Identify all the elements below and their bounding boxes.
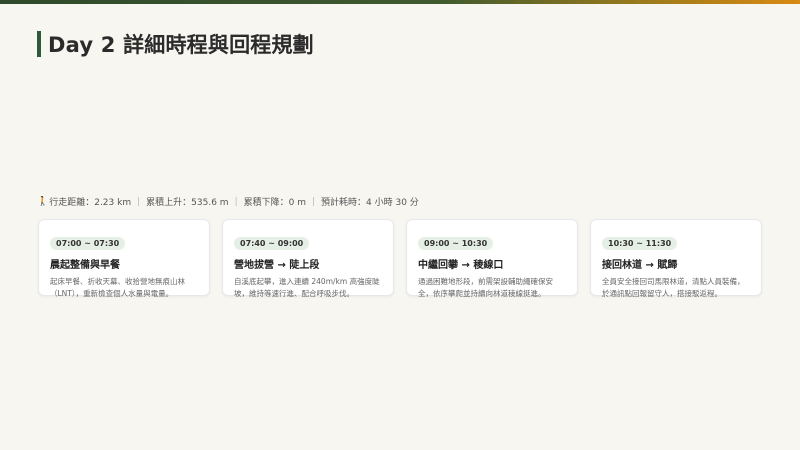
walking-person-icon: 🚶 bbox=[37, 196, 49, 207]
card-title: 中繼回攀 → 稜線口 bbox=[418, 260, 504, 271]
top-accent-bar bbox=[0, 0, 800, 4]
page-header: Day 2 詳細時程與回程規劃 bbox=[37, 31, 314, 57]
page-title: Day 2 詳細時程與回程規劃 bbox=[48, 33, 314, 57]
schedule-card: 07:40 ~ 09:00 營地拔營 → 陡上段 自溪底起攀，進入連續 240m… bbox=[222, 219, 394, 298]
schedule-cards: 07:00 ~ 07:30 晨起整備與早餐 起床早餐、折收天幕、收拾營地無痕山林… bbox=[38, 219, 762, 298]
schedule-card: 09:00 ~ 10:30 中繼回攀 → 稜線口 通過困難地形段，前需架設輔助繩… bbox=[406, 219, 578, 298]
card-description: 通過困難地形段，前需架設輔助繩確保安全，依序攀爬並持續向林道稜線挺進。 bbox=[418, 277, 553, 298]
stat-separator: | bbox=[234, 196, 238, 207]
card-title: 營地拔營 → 陡上段 bbox=[234, 260, 320, 271]
stat-duration: 預計耗時：4 小時 30 分 bbox=[321, 198, 419, 208]
schedule-card: 10:30 ~ 11:30 接回林道 → 賦歸 全員安全接回司馬限林道，清點人員… bbox=[590, 219, 762, 298]
stat-distance: 行走距離：2.23 km bbox=[49, 198, 132, 208]
time-badge: 07:40 ~ 09:00 bbox=[234, 237, 310, 250]
schedule-card: 07:00 ~ 07:30 晨起整備與早餐 起床早餐、折收天幕、收拾營地無痕山林… bbox=[38, 219, 210, 298]
stat-separator: | bbox=[137, 196, 141, 207]
card-description: 全員安全接回司馬限林道，清點人員裝備，於通訊點回報留守人，搭接駁返程。 bbox=[602, 277, 745, 298]
stat-ascent: 累積上升：535.6 m bbox=[146, 198, 229, 208]
time-badge: 10:30 ~ 11:30 bbox=[602, 237, 678, 250]
stat-descent: 累積下降：0 m bbox=[243, 198, 306, 208]
title-accent-bar bbox=[37, 31, 41, 57]
route-stats: 🚶 行走距離：2.23 km | 累積上升：535.6 m | 累積下降：0 m… bbox=[37, 195, 419, 209]
time-badge: 09:00 ~ 10:30 bbox=[418, 237, 494, 250]
card-title: 接回林道 → 賦歸 bbox=[602, 260, 678, 271]
card-title: 晨起整備與早餐 bbox=[50, 260, 120, 271]
stat-separator: | bbox=[311, 196, 316, 207]
time-badge: 07:00 ~ 07:30 bbox=[50, 237, 126, 250]
card-description: 自溪底起攀，進入連續 240m/km 高強度陡坡，維持等速行進、配合呼吸步伐。 bbox=[234, 277, 380, 298]
card-description: 起床早餐、折收天幕、收拾營地無痕山林（LNT），重新檢查個人水量與電量。 bbox=[50, 277, 185, 298]
